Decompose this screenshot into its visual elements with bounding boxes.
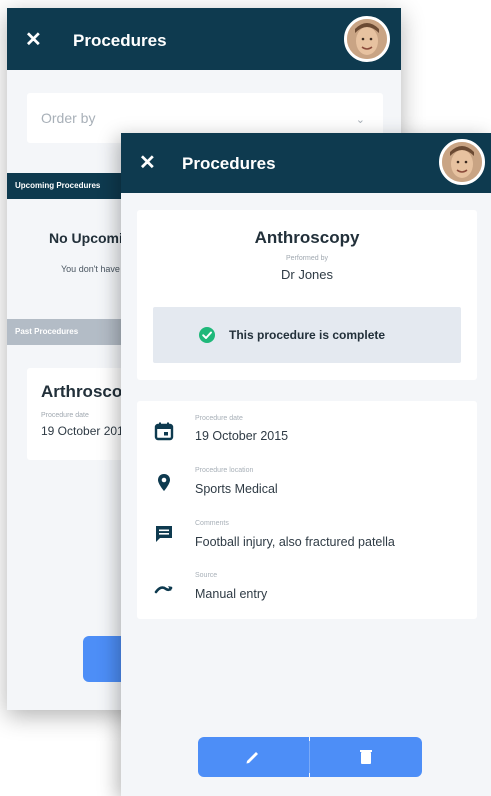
- performed-by-value: Dr Jones: [280, 267, 334, 282]
- avatar[interactable]: [344, 16, 390, 62]
- past-section-header: Past Procedures: [7, 319, 127, 345]
- pencil-icon: [244, 748, 262, 771]
- detail-value: 19 October 2015: [195, 429, 289, 443]
- detail-label: Procedure location: [195, 467, 254, 474]
- procedure-summary-card: Anthroscopy Performed by Dr Jones This p…: [137, 210, 477, 380]
- calendar-icon: [153, 420, 175, 442]
- source-arrow-icon: [153, 578, 175, 600]
- edit-button[interactable]: [198, 737, 309, 777]
- upcoming-section-header: Upcoming Procedures: [7, 173, 127, 199]
- procedure-details-card: Procedure date 19 October 2015 Procedure…: [137, 401, 477, 619]
- close-icon[interactable]: ✕: [25, 30, 42, 50]
- order-by-placeholder: Order by: [41, 110, 96, 126]
- detail-value: Manual entry: [195, 587, 268, 601]
- procedure-date-value: 19 October 2015: [41, 424, 131, 438]
- location-pin-icon: [153, 472, 175, 494]
- performed-by-label: Performed by: [285, 255, 329, 262]
- page-title: Procedures: [73, 31, 167, 50]
- procedure-name: Anthroscopy: [254, 228, 360, 247]
- procedure-detail-screen: ✕ Procedures Anthroscopy Performed by Dr…: [121, 133, 491, 796]
- page-title: Procedures: [182, 154, 276, 173]
- status-text: This procedure is complete: [229, 328, 386, 342]
- delete-button[interactable]: [310, 737, 422, 777]
- trash-icon: [358, 748, 374, 771]
- status-banner: This procedure is complete: [153, 307, 461, 363]
- app-header: ✕ Procedures: [121, 133, 491, 193]
- avatar[interactable]: [439, 139, 485, 185]
- comment-icon: [153, 523, 175, 545]
- app-header: ✕ Procedures: [7, 8, 401, 70]
- chevron-down-icon: ⌄: [355, 114, 365, 126]
- detail-label: Source: [195, 572, 218, 579]
- detail-value: Sports Medical: [195, 482, 278, 496]
- close-icon[interactable]: ✕: [139, 153, 156, 173]
- detail-value: Football injury, also fractured patella: [195, 535, 395, 549]
- check-circle-icon: [199, 327, 215, 343]
- detail-label: Procedure date: [195, 415, 243, 422]
- action-bar: [198, 737, 422, 777]
- detail-label: Comments: [195, 520, 229, 527]
- procedure-date-label: Procedure date: [41, 412, 89, 419]
